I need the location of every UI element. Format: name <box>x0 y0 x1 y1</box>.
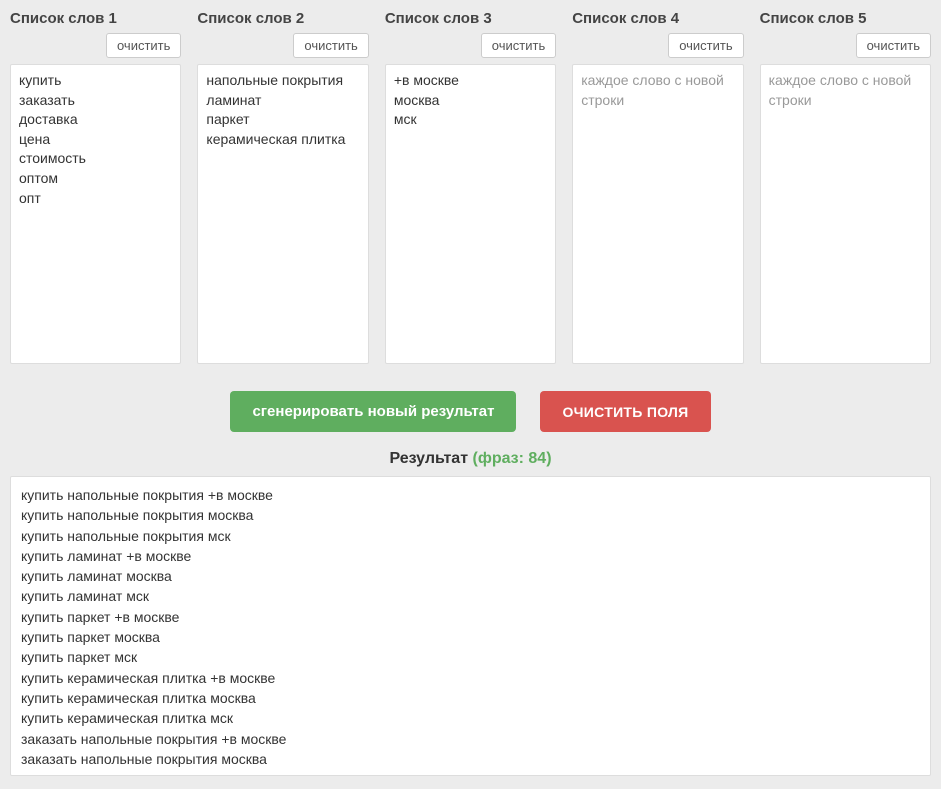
clear-button[interactable]: очистить <box>293 33 368 58</box>
word-list-input-2[interactable] <box>197 64 368 364</box>
column-title: Список слов 5 <box>760 10 931 27</box>
word-list-input-5[interactable] <box>760 64 931 364</box>
result-label: Результат <box>389 450 468 467</box>
column-5: Список слов 5 очистить <box>760 10 931 367</box>
column-title: Список слов 3 <box>385 10 556 27</box>
clear-row: очистить <box>385 33 556 58</box>
column-3: Список слов 3 очистить <box>385 10 556 367</box>
clear-row: очистить <box>197 33 368 58</box>
word-list-input-1[interactable] <box>10 64 181 364</box>
clear-button[interactable]: очистить <box>668 33 743 58</box>
clear-row: очистить <box>572 33 743 58</box>
result-header: Результат (фраз: 84) <box>10 450 931 468</box>
column-2: Список слов 2 очистить <box>197 10 368 367</box>
column-4: Список слов 4 очистить <box>572 10 743 367</box>
clear-button[interactable]: очистить <box>856 33 931 58</box>
column-title: Список слов 2 <box>197 10 368 27</box>
word-list-input-3[interactable] <box>385 64 556 364</box>
clear-row: очистить <box>10 33 181 58</box>
word-columns: Список слов 1 очистить Список слов 2 очи… <box>10 10 931 367</box>
clear-row: очистить <box>760 33 931 58</box>
column-1: Список слов 1 очистить <box>10 10 181 367</box>
clear-button[interactable]: очистить <box>106 33 181 58</box>
column-title: Список слов 4 <box>572 10 743 27</box>
clear-button[interactable]: очистить <box>481 33 556 58</box>
result-count: (фраз: 84) <box>472 450 551 467</box>
action-row: сгенерировать новый результат ОЧИСТИТЬ П… <box>10 391 931 432</box>
column-title: Список слов 1 <box>10 10 181 27</box>
clear-all-button[interactable]: ОЧИСТИТЬ ПОЛЯ <box>540 391 710 432</box>
generate-button[interactable]: сгенерировать новый результат <box>230 391 516 432</box>
word-list-input-4[interactable] <box>572 64 743 364</box>
result-output[interactable] <box>10 476 931 776</box>
